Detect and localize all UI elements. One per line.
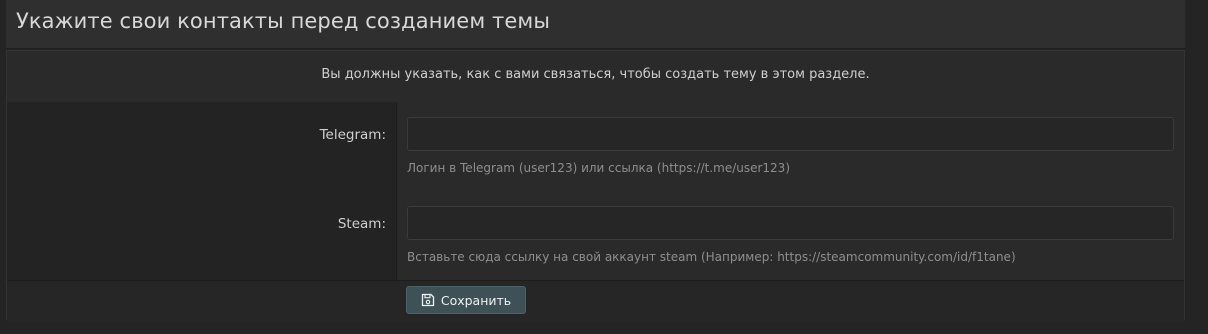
label-column: Telegram: Steam: [7,102,397,280]
notice-bar: Вы должны указать, как с вами связаться,… [7,51,1184,103]
save-button[interactable]: Сохранить [406,286,526,314]
form-rows: Telegram: Steam: Логин в Telegram (user1… [7,102,1184,280]
telegram-label: Telegram: [319,127,386,143]
steam-hint: Вставьте сюда ссылку на свой аккаунт ste… [407,250,1016,264]
form-footer: Сохранить [7,280,1184,321]
floppy-disk-icon [421,293,435,307]
contact-form-block: Вы должны указать, как с вами связаться,… [6,50,1185,321]
telegram-hint: Логин в Telegram (user123) или ссылка (h… [407,161,790,175]
field-column: Логин в Telegram (user123) или ссылка (h… [397,102,1184,280]
page: Укажите свои контакты перед созданием те… [0,0,1208,334]
save-button-label: Сохранить [440,292,512,308]
steam-label: Steam: [337,216,386,232]
page-title: Укажите свои контакты перед созданием те… [16,9,551,33]
notice-text: Вы должны указать, как с вами связаться,… [321,67,870,82]
telegram-input[interactable] [407,117,1174,151]
steam-input[interactable] [407,206,1174,240]
page-header: Укажите свои контакты перед созданием те… [6,0,1185,49]
